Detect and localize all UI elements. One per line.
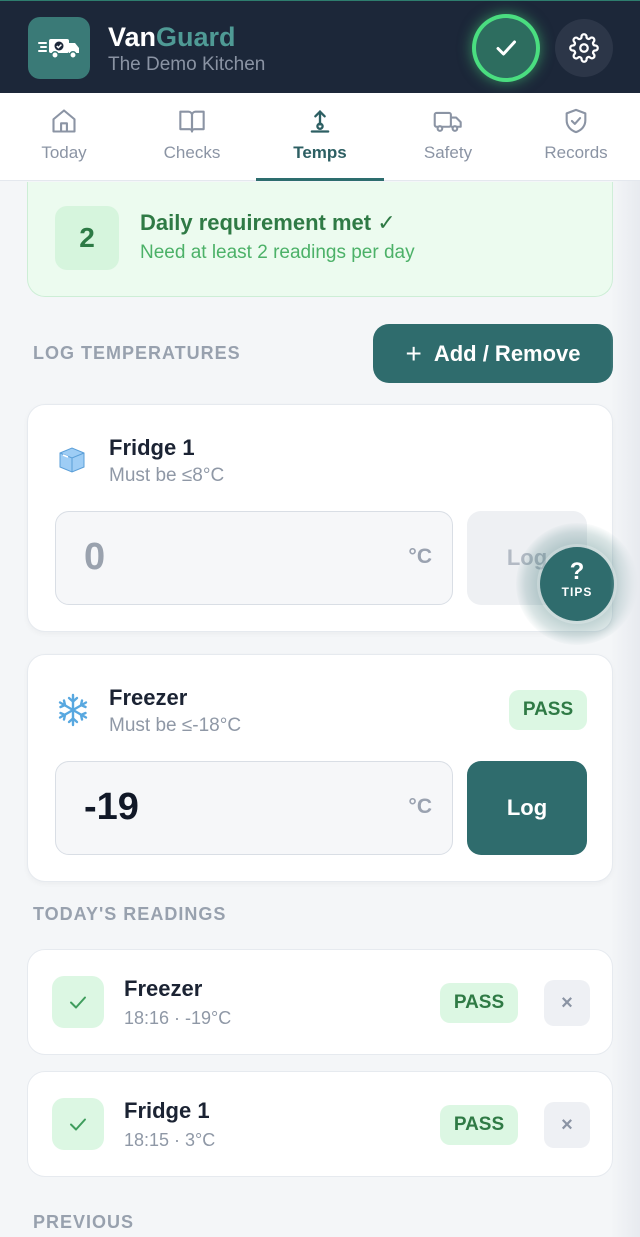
app-title: VanGuard bbox=[108, 21, 265, 53]
check-icon bbox=[496, 40, 516, 56]
add-remove-button[interactable]: + Add / Remove bbox=[373, 324, 613, 383]
app-logo bbox=[28, 17, 90, 79]
tab-label: Temps bbox=[293, 143, 347, 162]
unit-name: Fridge 1 bbox=[109, 435, 195, 460]
thermometer-icon bbox=[310, 110, 330, 133]
todays-readings-heading: TODAY'S READINGS bbox=[33, 904, 227, 924]
ice-cube-icon bbox=[56, 443, 88, 482]
tab-safety[interactable]: Safety bbox=[384, 93, 512, 181]
unit-card-freezer: Freezer Must be ≤-18°C PASS -19 °C Log bbox=[27, 654, 613, 882]
kitchen-name: The Demo Kitchen bbox=[108, 54, 266, 75]
daily-requirement-banner: 2 Daily requirement met ✓ Need at least … bbox=[27, 182, 613, 297]
compliance-status-button[interactable] bbox=[476, 18, 536, 78]
delete-reading-button[interactable]: × bbox=[544, 1102, 590, 1148]
brand-part-2: Guard bbox=[156, 22, 236, 52]
banner-subtitle: Need at least 2 readings per day bbox=[140, 242, 415, 263]
status-badge: PASS bbox=[440, 1105, 518, 1145]
check-icon bbox=[52, 1098, 104, 1150]
book-icon bbox=[179, 110, 205, 133]
settings-button[interactable] bbox=[555, 19, 613, 77]
snowflake-icon bbox=[56, 693, 90, 734]
tab-label: Safety bbox=[423, 143, 473, 162]
tab-label: Checks bbox=[163, 143, 221, 162]
reading-meta: 18:16 · -19°C bbox=[124, 1008, 232, 1028]
gear-icon bbox=[569, 33, 599, 63]
reading-count: 2 bbox=[55, 206, 119, 270]
question-icon: ? bbox=[569, 558, 585, 585]
app-header: VanGuard The Demo Kitchen bbox=[0, 0, 640, 93]
tab-label: Records bbox=[544, 143, 608, 162]
status-badge: PASS bbox=[509, 690, 587, 730]
shield-check-icon bbox=[565, 108, 587, 134]
unit-requirement: Must be ≤8°C bbox=[109, 465, 225, 486]
tips-label: TIPS bbox=[561, 585, 593, 599]
tab-checks[interactable]: Checks bbox=[128, 93, 256, 181]
reading-row: Fridge 1 18:15 · 3°C PASS × bbox=[27, 1071, 613, 1177]
tab-temps[interactable]: Temps bbox=[256, 93, 384, 181]
truck-icon bbox=[433, 111, 462, 132]
brand: VanGuard The Demo Kitchen bbox=[108, 21, 265, 77]
tab-today[interactable]: Today bbox=[0, 93, 128, 181]
delete-reading-button[interactable]: × bbox=[544, 980, 590, 1026]
temperature-value: 0 bbox=[84, 536, 106, 578]
temperature-value: -19 bbox=[84, 786, 139, 828]
log-button[interactable]: Log bbox=[467, 761, 587, 855]
temperature-input[interactable]: -19 °C bbox=[55, 761, 453, 855]
unit-requirement: Must be ≤-18°C bbox=[109, 715, 242, 736]
add-remove-label: Add / Remove bbox=[433, 340, 581, 366]
reading-unit-name: Fridge 1 bbox=[124, 1098, 210, 1123]
log-temperatures-heading: LOG TEMPERATURES bbox=[33, 343, 241, 363]
plus-icon: + bbox=[405, 337, 422, 369]
tab-bar: Today Checks Temps Safety Records bbox=[0, 93, 640, 181]
status-badge: PASS bbox=[440, 983, 518, 1023]
unit-name: Freezer bbox=[109, 685, 188, 710]
log-button-label: Log bbox=[506, 795, 548, 820]
tab-records[interactable]: Records bbox=[512, 93, 640, 181]
reading-unit-name: Freezer bbox=[124, 976, 203, 1001]
reading-meta: 18:15 · 3°C bbox=[124, 1130, 216, 1150]
brand-part-1: Van bbox=[108, 22, 157, 52]
home-icon bbox=[52, 109, 76, 133]
scroll-edge-shadow bbox=[610, 181, 640, 1237]
reading-row: Freezer 18:16 · -19°C PASS × bbox=[27, 949, 613, 1055]
temperature-unit: °C bbox=[408, 795, 432, 818]
previous-heading: PREVIOUS bbox=[33, 1212, 135, 1232]
temperature-input[interactable]: 0 °C bbox=[55, 511, 453, 605]
delivery-van-icon bbox=[38, 39, 79, 59]
banner-title: Daily requirement met ✓ bbox=[140, 210, 396, 235]
tab-label: Today bbox=[41, 143, 87, 162]
temperature-unit: °C bbox=[408, 545, 432, 568]
tips-button-inner[interactable]: ? TIPS bbox=[540, 547, 614, 621]
check-icon bbox=[52, 976, 104, 1028]
